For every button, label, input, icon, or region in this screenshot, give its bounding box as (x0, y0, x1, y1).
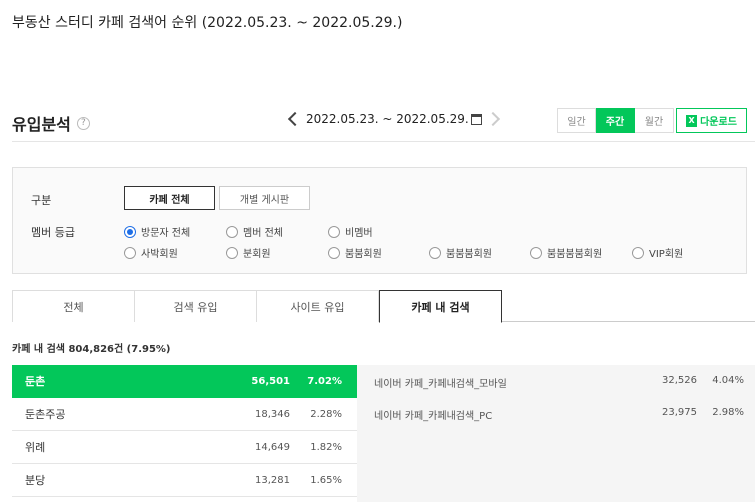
date-range-text: 2022.05.23. ~ 2022.05.29. (306, 112, 469, 126)
radio-icon (328, 246, 340, 259)
header-divider (12, 141, 755, 142)
tab-search-inflow[interactable]: 검색 유입 (135, 290, 257, 322)
period-weekly-button[interactable]: 주간 (596, 108, 635, 133)
category-label: 구분 (31, 194, 52, 207)
radio-label: 분회원 (243, 249, 271, 260)
keyword-name: 둔촌주공 (25, 408, 66, 421)
page-title: 유입분석 ? (12, 111, 90, 135)
radio-grade-vip[interactable]: VIP회원 (632, 245, 683, 260)
source-count: 23,975 (662, 407, 697, 418)
excel-icon: X (686, 114, 698, 127)
keyword-name: 분당 (25, 474, 46, 487)
keyword-ratio: 1.65% (310, 474, 342, 486)
radio-label: 붐붐회원 (345, 249, 382, 260)
keyword-ratio: 2.28% (310, 408, 342, 420)
radio-label: VIP회원 (649, 249, 684, 260)
keyword-count: 14,649 (255, 441, 290, 453)
keyword-count: 13,281 (255, 474, 290, 486)
radio-label: 붐붐붐회원 (446, 249, 492, 260)
source-name: 네이버 카페_카페내검색_PC (374, 411, 493, 422)
member-grade-label: 멤버 등급 (31, 226, 75, 239)
keyword-count: 56,501 (251, 375, 290, 387)
table-row[interactable]: 위례 14,649 1.82% (12, 431, 357, 464)
table-row[interactable]: 분당 13,281 1.65% (12, 464, 357, 497)
radio-grade-1[interactable]: 사박회원 (124, 245, 178, 260)
download-label: 다운로드 (700, 117, 737, 128)
period-toggle: 일간 주간 월간 (557, 108, 674, 133)
download-button[interactable]: X 다운로드 (676, 108, 747, 133)
filter-panel: 구분 카페 전체 개별 게시판 멤버 등급 방문자 전체 멤버 전체 비멤버 사… (12, 167, 747, 274)
table-row[interactable]: 둔촌주공 18,346 2.28% (12, 398, 357, 431)
category-all-cafe-button[interactable]: 카페 전체 (124, 186, 215, 210)
radio-grade-4[interactable]: 붐붐붐회원 (429, 245, 492, 260)
search-summary: 카페 내 검색 804,826건 (7.95%) (12, 344, 171, 355)
radio-label: 붐붐붐붐회원 (547, 249, 603, 260)
inflow-tabs: 전체 검색 유입 사이트 유입 카페 내 검색 (12, 290, 755, 323)
keyword-ranking-list: 둔촌 56,501 7.02% 둔촌주공 18,346 2.28% 위례 14,… (12, 365, 357, 497)
tab-all[interactable]: 전체 (12, 290, 135, 322)
keyword-ratio: 1.82% (310, 441, 342, 453)
calendar-icon[interactable] (470, 113, 482, 125)
radio-icon (429, 246, 441, 259)
radio-icon (226, 225, 238, 238)
keyword-name: 위례 (25, 441, 46, 454)
radio-non-members[interactable]: 비멤버 (328, 224, 373, 239)
date-range-navigator: 2022.05.23. ~ 2022.05.29. (287, 111, 500, 127)
radio-label: 멤버 전체 (243, 228, 283, 239)
table-row[interactable]: 둔촌 56,501 7.02% (12, 365, 357, 398)
period-monthly-button[interactable]: 월간 (635, 108, 674, 133)
radio-label: 사박회원 (141, 249, 178, 260)
page-caption: 부동산 스터디 카페 검색어 순위 (2022.05.23. ~ 2022.05… (12, 15, 403, 31)
source-name: 네이버 카페_카페내검색_모바일 (374, 379, 507, 390)
radio-label: 방문자 전체 (141, 228, 191, 239)
radio-icon (328, 225, 340, 238)
source-ratio: 2.98% (712, 407, 744, 418)
keyword-name: 둔촌 (25, 375, 46, 388)
radio-grade-5[interactable]: 붐붐붐붐회원 (530, 245, 602, 260)
category-board-button[interactable]: 개별 게시판 (219, 186, 310, 210)
source-count: 32,526 (662, 375, 697, 386)
radio-selected-icon (124, 225, 136, 238)
radio-all-members[interactable]: 멤버 전체 (226, 224, 283, 239)
source-ratio: 4.04% (712, 375, 744, 386)
radio-grade-3[interactable]: 붐붐회원 (328, 245, 382, 260)
radio-label: 비멤버 (345, 228, 373, 239)
radio-icon (530, 246, 542, 259)
help-icon[interactable]: ? (76, 116, 90, 130)
period-daily-button[interactable]: 일간 (557, 108, 596, 133)
source-detail-panel: 네이버 카페_카페내검색_모바일 32,526 4.04% 네이버 카페_카페내… (357, 365, 755, 502)
keyword-count: 18,346 (255, 408, 290, 420)
next-period-icon[interactable] (485, 111, 500, 127)
tab-site-inflow[interactable]: 사이트 유입 (257, 290, 379, 322)
radio-icon (632, 246, 644, 259)
radio-all-visitors[interactable]: 방문자 전체 (124, 224, 190, 239)
list-item: 네이버 카페_카페내검색_PC 23,975 2.98% (374, 407, 749, 422)
page-title-text: 유입분석 (12, 115, 71, 134)
keyword-ratio: 7.02% (307, 375, 342, 387)
prev-period-icon[interactable] (287, 111, 303, 127)
tab-cafe-search[interactable]: 카페 내 검색 (379, 290, 502, 323)
radio-icon (226, 246, 238, 259)
radio-grade-2[interactable]: 분회원 (226, 245, 271, 260)
radio-icon (124, 246, 136, 259)
list-item: 네이버 카페_카페내검색_모바일 32,526 4.04% (374, 375, 749, 390)
